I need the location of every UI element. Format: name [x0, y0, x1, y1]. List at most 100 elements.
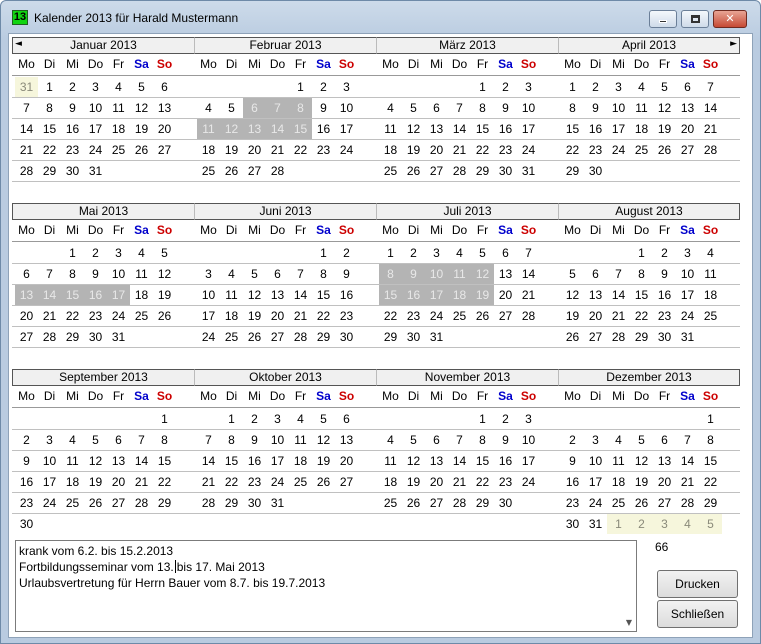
day-cell[interactable]: 13: [107, 451, 130, 471]
day-cell[interactable]: 9: [84, 264, 107, 284]
day-cell[interactable]: 3: [517, 77, 540, 97]
day-cell[interactable]: 2: [84, 243, 107, 263]
day-cell[interactable]: 4: [220, 264, 243, 284]
day-cell[interactable]: 13: [266, 285, 289, 305]
day-cell[interactable]: 25: [630, 140, 653, 160]
day-cell[interactable]: 31: [425, 327, 448, 347]
day-cell[interactable]: 27: [153, 140, 176, 160]
day-cell[interactable]: 22: [379, 306, 402, 326]
day-cell[interactable]: 9: [653, 264, 676, 284]
day-cell[interactable]: 29: [220, 493, 243, 513]
day-cell[interactable]: 19: [220, 140, 243, 160]
day-cell[interactable]: 21: [699, 119, 722, 139]
day-cell[interactable]: 12: [653, 98, 676, 118]
day-cell[interactable]: 4: [630, 77, 653, 97]
day-cell[interactable]: 11: [107, 98, 130, 118]
day-cell[interactable]: 19: [402, 140, 425, 160]
day-cell[interactable]: 6: [153, 77, 176, 97]
day-cell[interactable]: 8: [153, 430, 176, 450]
day-cell[interactable]: 23: [15, 493, 38, 513]
day-cell[interactable]: 16: [653, 285, 676, 305]
day-cell[interactable]: 15: [471, 451, 494, 471]
day-cell[interactable]: 2: [584, 77, 607, 97]
day-cell[interactable]: 25: [130, 306, 153, 326]
day-cell[interactable]: 17: [607, 119, 630, 139]
day-cell[interactable]: 23: [584, 140, 607, 160]
day-cell[interactable]: 31: [107, 327, 130, 347]
day-cell[interactable]: 30: [243, 493, 266, 513]
day-cell[interactable]: 4: [676, 514, 699, 534]
day-cell[interactable]: 3: [335, 77, 358, 97]
day-cell[interactable]: 8: [289, 98, 312, 118]
day-cell[interactable]: 27: [676, 140, 699, 160]
day-cell[interactable]: 10: [84, 98, 107, 118]
day-cell[interactable]: 8: [379, 264, 402, 284]
day-cell[interactable]: 14: [130, 451, 153, 471]
day-cell[interactable]: 1: [220, 409, 243, 429]
day-cell[interactable]: 22: [699, 472, 722, 492]
day-cell[interactable]: 5: [153, 243, 176, 263]
day-cell[interactable]: 3: [676, 243, 699, 263]
day-cell[interactable]: 20: [15, 306, 38, 326]
day-cell[interactable]: 27: [266, 327, 289, 347]
day-cell[interactable]: 23: [494, 472, 517, 492]
minimize-button[interactable]: [649, 10, 677, 28]
day-cell[interactable]: 17: [107, 285, 130, 305]
day-cell[interactable]: 9: [15, 451, 38, 471]
day-cell[interactable]: 26: [471, 306, 494, 326]
day-cell[interactable]: 19: [153, 285, 176, 305]
day-cell[interactable]: 1: [61, 243, 84, 263]
day-cell[interactable]: 2: [494, 77, 517, 97]
day-cell[interactable]: 11: [379, 451, 402, 471]
day-cell[interactable]: 13: [153, 98, 176, 118]
day-cell[interactable]: 1: [379, 243, 402, 263]
day-cell[interactable]: 26: [243, 327, 266, 347]
day-cell[interactable]: 10: [266, 430, 289, 450]
day-cell[interactable]: 20: [653, 472, 676, 492]
day-cell[interactable]: 28: [197, 493, 220, 513]
day-cell[interactable]: 4: [289, 409, 312, 429]
day-cell[interactable]: 3: [653, 514, 676, 534]
day-cell[interactable]: 15: [61, 285, 84, 305]
day-cell[interactable]: 11: [130, 264, 153, 284]
day-cell[interactable]: 16: [84, 285, 107, 305]
day-cell[interactable]: 11: [448, 264, 471, 284]
day-cell[interactable]: 23: [335, 306, 358, 326]
close-button[interactable]: Schließen: [657, 600, 738, 628]
day-cell[interactable]: 15: [561, 119, 584, 139]
day-cell[interactable]: 11: [61, 451, 84, 471]
previous-month-icon[interactable]: ◄: [15, 37, 22, 52]
day-cell[interactable]: 23: [653, 306, 676, 326]
day-cell[interactable]: 12: [471, 264, 494, 284]
day-cell[interactable]: 25: [379, 493, 402, 513]
day-cell[interactable]: 29: [153, 493, 176, 513]
day-cell[interactable]: 26: [402, 493, 425, 513]
day-cell[interactable]: 16: [402, 285, 425, 305]
day-cell[interactable]: 18: [107, 119, 130, 139]
day-cell[interactable]: 15: [289, 119, 312, 139]
day-cell[interactable]: 13: [494, 264, 517, 284]
day-cell[interactable]: 15: [471, 119, 494, 139]
day-cell[interactable]: 10: [197, 285, 220, 305]
day-cell[interactable]: 4: [379, 430, 402, 450]
day-cell[interactable]: 4: [61, 430, 84, 450]
day-cell[interactable]: 28: [448, 493, 471, 513]
day-cell[interactable]: 16: [312, 119, 335, 139]
day-cell[interactable]: 30: [61, 161, 84, 181]
day-cell[interactable]: 20: [335, 451, 358, 471]
day-cell[interactable]: 3: [107, 243, 130, 263]
day-cell[interactable]: 12: [243, 285, 266, 305]
day-cell[interactable]: 22: [38, 140, 61, 160]
day-cell[interactable]: 29: [699, 493, 722, 513]
day-cell[interactable]: 12: [84, 451, 107, 471]
day-cell[interactable]: 31: [84, 161, 107, 181]
day-cell[interactable]: 15: [220, 451, 243, 471]
day-cell[interactable]: 24: [84, 140, 107, 160]
day-cell[interactable]: 14: [699, 98, 722, 118]
day-cell[interactable]: 18: [197, 140, 220, 160]
day-cell[interactable]: 1: [153, 409, 176, 429]
day-cell[interactable]: 16: [584, 119, 607, 139]
day-cell[interactable]: 29: [61, 327, 84, 347]
day-cell[interactable]: 3: [584, 430, 607, 450]
day-cell[interactable]: 25: [448, 306, 471, 326]
